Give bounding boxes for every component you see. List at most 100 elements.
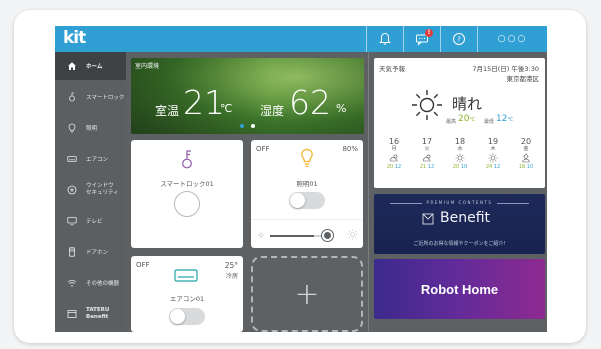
page-indicator-active[interactable] bbox=[240, 124, 244, 128]
forecast-day: 20 金 18 10 bbox=[511, 138, 541, 171]
weather-label: 天気予報 bbox=[379, 65, 405, 73]
toggle-knob bbox=[290, 193, 305, 208]
forecast-day: 18 水 20 10 bbox=[445, 138, 475, 171]
sidebar-item-aircon[interactable]: エアコン bbox=[55, 145, 126, 173]
robot-home-title: Robot Home bbox=[420, 281, 499, 297]
aircon-name: エアコン01 bbox=[169, 295, 205, 303]
wifi-icon bbox=[67, 278, 77, 288]
weather-location: 東京都港区 bbox=[506, 75, 540, 83]
aircon-icon bbox=[174, 269, 198, 282]
aircon-temperature: 25° bbox=[224, 261, 238, 270]
sidebar-item-label: 照明 bbox=[86, 126, 98, 132]
forecast-day: 17 火 21 12 bbox=[412, 138, 442, 171]
low-value: 12℃ bbox=[496, 114, 514, 124]
benefit-icon bbox=[422, 213, 434, 225]
window-security-icon bbox=[67, 185, 77, 195]
light-name: 照明01 bbox=[296, 180, 318, 188]
humidity-label: 湿度 bbox=[260, 104, 285, 118]
bulb-icon bbox=[67, 123, 77, 133]
humidity-unit: % bbox=[336, 102, 347, 115]
sidebar-item-label: エアコン bbox=[86, 157, 109, 163]
indoor-environment-card[interactable]: 室内環境 室温 21 ℃ 湿度 62 % bbox=[131, 58, 364, 134]
help-icon[interactable]: ? bbox=[440, 26, 476, 52]
cloud-sun-icon bbox=[379, 153, 409, 163]
divider bbox=[251, 219, 363, 220]
sidebar-item-home[interactable]: ホーム bbox=[55, 52, 126, 80]
app-logo: kit bbox=[63, 28, 86, 48]
svg-text:?: ? bbox=[457, 36, 461, 44]
notification-badge: ! bbox=[425, 29, 433, 37]
robot-home-banner[interactable]: Robot Home bbox=[374, 259, 545, 319]
sidebar-item-label: スマートロック bbox=[86, 95, 125, 101]
aircon-mode: 冷房 bbox=[225, 273, 238, 280]
more-icon[interactable]: ○○○ bbox=[477, 26, 547, 52]
benefit-title: Benefit bbox=[440, 210, 491, 226]
sidebar-item-tv[interactable]: テレビ bbox=[55, 207, 126, 235]
sidebar-item-doorphone[interactable]: ドアホン bbox=[55, 238, 126, 266]
sidebar-item-label: テレビ bbox=[86, 219, 103, 225]
sidebar-item-label-2: セキュリティ bbox=[86, 190, 119, 196]
aircon-state: OFF bbox=[136, 261, 150, 269]
lock-key-icon bbox=[182, 150, 192, 169]
top-bar: kit ! ? ○○○ bbox=[55, 26, 547, 52]
smartlock-card[interactable]: スマートロック01 bbox=[131, 140, 243, 248]
right-panel: 天気予報 7月15日(日) 午後3:30 東京都港区 晴れ 最高 20℃ 最低 … bbox=[368, 52, 547, 332]
smartlock-name: スマートロック01 bbox=[160, 180, 214, 188]
sun-icon bbox=[478, 153, 508, 163]
add-device-button[interactable]: + bbox=[251, 256, 363, 332]
page-indicator[interactable] bbox=[251, 124, 255, 128]
benefit-banner[interactable]: PREMIUM CONTENTS Benefit ご近所のお得な情報やクーポンを… bbox=[374, 194, 545, 254]
cloud-sun-icon bbox=[412, 153, 442, 163]
bright-icon bbox=[347, 229, 358, 240]
sidebar-item-label: TATERU bbox=[86, 307, 110, 313]
sidebar-item-label: ホーム bbox=[86, 64, 103, 70]
message-icon[interactable]: ! bbox=[403, 26, 439, 52]
aircon-icon bbox=[67, 154, 77, 164]
sidebar-item-label-2: Benefit bbox=[86, 314, 109, 320]
bulb-icon bbox=[301, 148, 313, 167]
high-value: 20℃ bbox=[458, 114, 476, 124]
weather-condition: 晴れ bbox=[452, 95, 483, 113]
weather-card[interactable]: 天気予報 7月15日(日) 午後3:30 東京都港区 晴れ 最高 20℃ 最低 … bbox=[374, 58, 545, 188]
sidebar-item-label: ドアホン bbox=[86, 250, 109, 256]
home-icon bbox=[67, 61, 77, 71]
low-label: 最低 bbox=[484, 119, 495, 125]
dim-icon bbox=[257, 231, 265, 239]
weather-date: 7月15日(日) 午後3:30 bbox=[472, 65, 539, 73]
sidebar-item-lighting[interactable]: 照明 bbox=[55, 114, 126, 142]
sidebar-item-label: その他の機器 bbox=[86, 281, 120, 287]
high-label: 最高 bbox=[446, 119, 457, 125]
doorphone-icon bbox=[67, 247, 77, 257]
forecast-day: 16 月 20 12 bbox=[379, 138, 409, 171]
temperature-value: 21 bbox=[183, 83, 225, 122]
premium-contents-tag: PREMIUM CONTENTS bbox=[426, 200, 493, 205]
light-brightness: 80% bbox=[342, 145, 358, 153]
sidebar-item-other-devices[interactable]: その他の機器 bbox=[55, 269, 126, 297]
sidebar-item-smartlock[interactable]: スマートロック bbox=[55, 83, 126, 111]
light-toggle[interactable] bbox=[289, 192, 325, 209]
lock-icon bbox=[67, 92, 77, 102]
temperature-unit: ℃ bbox=[220, 102, 233, 115]
sun-icon bbox=[445, 153, 475, 163]
aircon-toggle[interactable] bbox=[169, 308, 205, 325]
tv-icon bbox=[67, 216, 77, 226]
sun-icon bbox=[412, 90, 442, 120]
sidebar-item-tateru-benefit[interactable]: TATERU Benefit bbox=[55, 300, 126, 328]
sidebar: ホーム スマートロック 照明 エアコン ウインドウ セキュリティ テレビ ドアホン bbox=[55, 52, 126, 332]
sidebar-item-window-security[interactable]: ウインドウ セキュリティ bbox=[55, 176, 126, 204]
benefit-subtitle: ご近所のお得な情報やクーポンをご紹介! bbox=[413, 241, 506, 247]
toggle-knob bbox=[170, 309, 185, 324]
brightness-slider-handle[interactable] bbox=[322, 230, 333, 241]
unlock-button[interactable] bbox=[174, 191, 200, 217]
aircon-card[interactable]: OFF 25° 冷房 エアコン01 bbox=[131, 256, 243, 332]
plus-icon: + bbox=[294, 276, 320, 312]
bell-icon[interactable] bbox=[366, 26, 402, 52]
sidebar-item-label: ウインドウ bbox=[86, 183, 114, 189]
temperature-label: 室温 bbox=[155, 104, 180, 118]
light-card[interactable]: OFF 80% 照明01 bbox=[251, 140, 363, 248]
benefit-icon bbox=[67, 309, 77, 319]
humidity-value: 62 bbox=[289, 83, 331, 122]
light-state: OFF bbox=[256, 145, 270, 153]
app-screen: kit ! ? ○○○ ホーム スマートロック 照明 エアコン ウインドウ セキ… bbox=[55, 26, 547, 332]
forecast-day: 19 木 24 12 bbox=[478, 138, 508, 171]
